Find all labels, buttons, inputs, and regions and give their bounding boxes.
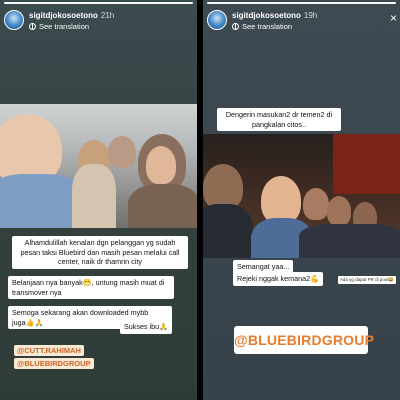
- see-translation-link[interactable]: See translation: [232, 22, 292, 31]
- username[interactable]: sigitdjokosoetono 19h: [232, 11, 317, 20]
- see-translation-label[interactable]: See translation: [39, 22, 89, 31]
- caption-rejeki: Rejeki nggak kemana2💪: [233, 272, 324, 286]
- username[interactable]: sigitdjokosoetono 21h: [29, 11, 114, 20]
- username-text[interactable]: sigitdjokosoetono: [29, 11, 98, 20]
- caption-top: Dengerin masukan2 dr temen2 di pangkalan…: [217, 108, 341, 131]
- globe-icon: [232, 23, 239, 30]
- story-header: sigitdjokosoetono 21h See translation: [4, 8, 193, 32]
- post-time: 19h: [303, 11, 318, 20]
- username-text[interactable]: sigitdjokosoetono: [232, 11, 301, 20]
- post-time: 21h: [100, 11, 115, 20]
- story-right[interactable]: sigitdjokosoetono 19h See translation × D…: [203, 0, 400, 400]
- person-figure: [327, 196, 351, 226]
- story-photo: [203, 134, 400, 258]
- person-figure: [261, 176, 301, 224]
- close-icon[interactable]: ×: [390, 11, 397, 25]
- caption-hope-line1: Semoga sekarang akan downloaded mybb: [12, 308, 149, 317]
- person-figure: [72, 164, 116, 228]
- story-header: sigitdjokosoetono 19h See translation: [207, 8, 396, 32]
- progress-fill: [207, 2, 396, 4]
- story-photo: [0, 104, 197, 228]
- background-building: [333, 134, 400, 194]
- caption-main: Alhamdulillah kenalan dgn pelanggan yg s…: [12, 236, 188, 269]
- story-left[interactable]: sigitdjokosoetono 21h See translation Alh…: [0, 0, 197, 400]
- avatar[interactable]: [4, 10, 24, 30]
- person-figure: [203, 204, 253, 258]
- mention-tag[interactable]: @BLUEBIRDGROUP: [14, 358, 94, 369]
- avatar[interactable]: [207, 10, 227, 30]
- progress-bar: [4, 2, 193, 4]
- globe-icon: [29, 23, 36, 30]
- progress-bar: [207, 2, 396, 4]
- person-figure: [299, 224, 400, 258]
- person-figure: [303, 188, 329, 220]
- caption-tiny: Ada yg dapat PR di pool😂: [337, 276, 396, 284]
- brand-mention-tag[interactable]: @BLUEBIRDGROUP: [234, 326, 374, 354]
- person-figure: [108, 136, 136, 168]
- mention-tag[interactable]: @CUTT.RAHIMAH: [14, 345, 84, 356]
- person-figure: [146, 146, 176, 184]
- person-figure: [128, 184, 197, 228]
- caption-shopping: Belanjaan nya banyak😁, untung masih muat…: [8, 276, 174, 299]
- progress-fill: [4, 2, 193, 4]
- see-translation-label[interactable]: See translation: [242, 22, 292, 31]
- see-translation-link[interactable]: See translation: [29, 22, 89, 31]
- caption-success: Sukses ibu🙏: [120, 320, 173, 334]
